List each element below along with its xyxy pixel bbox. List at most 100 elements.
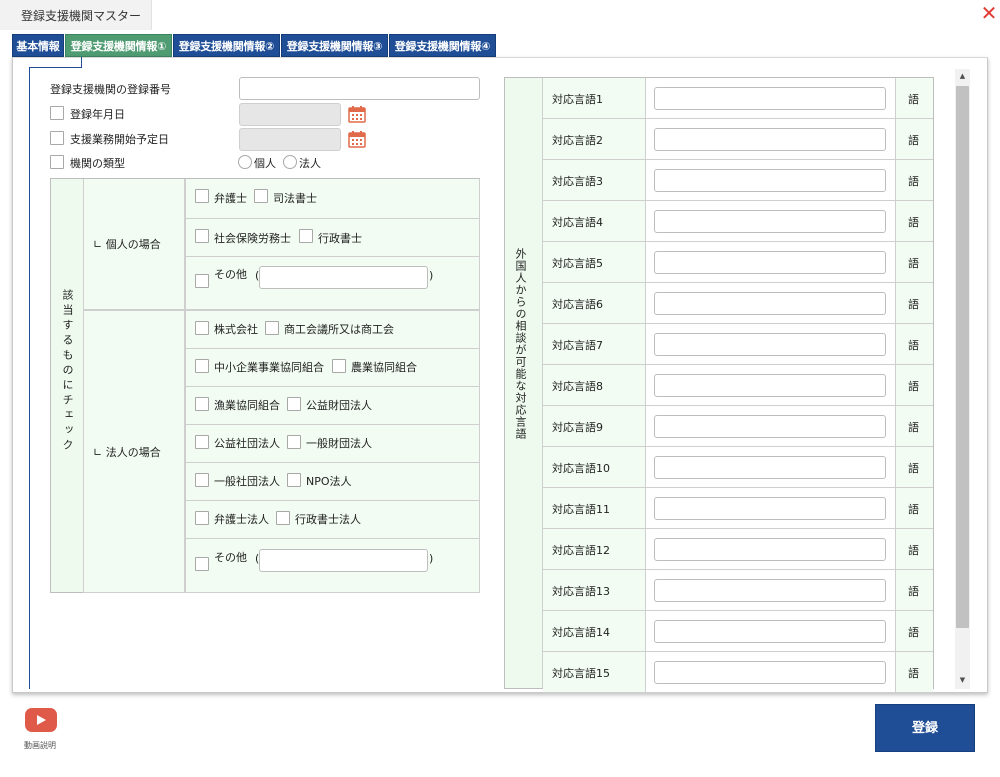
checkbox-chamber-commerce[interactable] (265, 321, 279, 335)
language-suffix: 語 (908, 462, 919, 475)
table-row: 対応言語7 語 (543, 324, 933, 365)
checkbox-judicial-scrivener[interactable] (254, 189, 268, 203)
start-date-checkbox[interactable] (50, 131, 64, 145)
table-row: 対応言語14 語 (543, 611, 933, 652)
language-input[interactable] (654, 620, 886, 643)
language-suffix-cell: 語 (895, 78, 933, 119)
option-label: 農業協同組合 (351, 361, 417, 374)
language-suffix-cell: 語 (895, 447, 933, 488)
radio-individual[interactable] (238, 155, 252, 169)
scroll-down-icon[interactable]: ▼ (955, 673, 970, 688)
checkbox-corporate-other[interactable] (195, 557, 209, 571)
tab-org-info-2[interactable]: 登録支援機関情報② (173, 34, 280, 57)
list-item: その他 ( ) (185, 256, 480, 310)
checkbox-npo[interactable] (287, 473, 301, 487)
language-label-cell: 対応言語4 (543, 201, 646, 242)
checkbox-admin-scrivener-corp[interactable] (276, 511, 290, 525)
language-label-cell: 対応言語14 (543, 611, 646, 652)
tab-org-info-3[interactable]: 登録支援機関情報③ (281, 34, 388, 57)
checkbox-law-firm[interactable] (195, 511, 209, 525)
checkbox-sme-cooperative[interactable] (195, 359, 209, 373)
language-input[interactable] (654, 415, 886, 438)
language-suffix: 語 (908, 339, 919, 352)
language-input[interactable] (654, 87, 886, 110)
language-input[interactable] (654, 374, 886, 397)
language-label: 対応言語15 (552, 667, 610, 680)
register-button[interactable]: 登録 (875, 704, 975, 752)
language-input-cell (646, 365, 895, 406)
language-input[interactable] (654, 251, 886, 274)
language-suffix: 語 (908, 503, 919, 516)
checkbox-public-incorporated[interactable] (195, 435, 209, 449)
language-input[interactable] (654, 661, 886, 684)
language-suffix: 語 (908, 667, 919, 680)
language-suffix-cell: 語 (895, 570, 933, 611)
checkbox-individual-other[interactable] (195, 274, 209, 288)
language-input[interactable] (654, 210, 886, 233)
language-suffix-cell: 語 (895, 611, 933, 652)
option-label: 中小企業事業協同組合 (214, 361, 324, 374)
checkbox-fishery-cooperative[interactable] (195, 397, 209, 411)
checkbox-lawyer[interactable] (195, 189, 209, 203)
language-suffix: 語 (908, 421, 919, 434)
table-row: 対応言語15 語 (543, 652, 933, 693)
applicable-side-label: 該当するものにチェック (61, 289, 74, 454)
close-icon[interactable]: ✕ (980, 3, 998, 23)
language-input[interactable] (654, 456, 886, 479)
reg-date-checkbox[interactable] (50, 106, 64, 120)
scroll-up-icon[interactable]: ▲ (955, 69, 970, 84)
language-label: 対応言語2 (552, 134, 603, 147)
language-input-cell (646, 160, 895, 201)
reg-date-input[interactable] (239, 103, 341, 126)
language-label-cell: 対応言語1 (543, 78, 646, 119)
language-input[interactable] (654, 538, 886, 561)
tab-basic-info[interactable]: 基本情報 (12, 34, 64, 57)
option-label: 一般社団法人 (214, 475, 280, 488)
scrollbar[interactable]: ▲ ▼ (955, 69, 970, 689)
video-help-label[interactable]: 動画説明 (24, 740, 56, 751)
language-input[interactable] (654, 169, 886, 192)
video-play-icon[interactable] (25, 708, 57, 732)
start-date-label: 支援業務開始予定日 (70, 133, 169, 146)
scroll-thumb[interactable] (956, 86, 969, 628)
checkbox-admin-scrivener[interactable] (299, 229, 313, 243)
language-input-cell (646, 324, 895, 365)
language-suffix: 語 (908, 544, 919, 557)
language-input[interactable] (654, 333, 886, 356)
language-input-cell (646, 201, 895, 242)
language-suffix-cell: 語 (895, 201, 933, 242)
radio-individual-label: 個人 (254, 157, 276, 170)
corporate-other-input[interactable] (259, 549, 428, 572)
language-suffix-cell: 語 (895, 242, 933, 283)
list-item: 株式会社 商工会議所又は商工会 (185, 310, 480, 349)
table-row: 対応言語12 語 (543, 529, 933, 570)
tab-connector (29, 67, 30, 689)
start-date-input[interactable] (239, 128, 341, 151)
language-input[interactable] (654, 497, 886, 520)
calendar-icon[interactable] (348, 130, 366, 148)
tab-org-info-4[interactable]: 登録支援機関情報④ (389, 34, 496, 57)
checkbox-general-incorporated[interactable] (195, 473, 209, 487)
org-type-checkbox[interactable] (50, 155, 64, 169)
tab-org-info-1[interactable]: 登録支援機関情報① (65, 34, 172, 57)
reg-number-input[interactable] (239, 77, 480, 100)
individual-other-input[interactable] (259, 266, 428, 289)
radio-corporate[interactable] (283, 155, 297, 169)
table-row: 対応言語1 語 (543, 78, 933, 119)
language-input[interactable] (654, 579, 886, 602)
language-suffix: 語 (908, 175, 919, 188)
option-label: その他 (214, 551, 247, 564)
checkbox-corporation[interactable] (195, 321, 209, 335)
calendar-icon[interactable] (348, 105, 366, 123)
checkbox-social-insurance[interactable] (195, 229, 209, 243)
table-row: 対応言語4 語 (543, 201, 933, 242)
language-suffix-cell: 語 (895, 529, 933, 570)
language-input[interactable] (654, 128, 886, 151)
checkbox-agri-cooperative[interactable] (332, 359, 346, 373)
option-label: 株式会社 (214, 323, 258, 336)
language-label: 対応言語9 (552, 421, 603, 434)
option-label: 商工会議所又は商工会 (284, 323, 394, 336)
checkbox-public-foundation[interactable] (287, 397, 301, 411)
language-input[interactable] (654, 292, 886, 315)
checkbox-general-foundation[interactable] (287, 435, 301, 449)
